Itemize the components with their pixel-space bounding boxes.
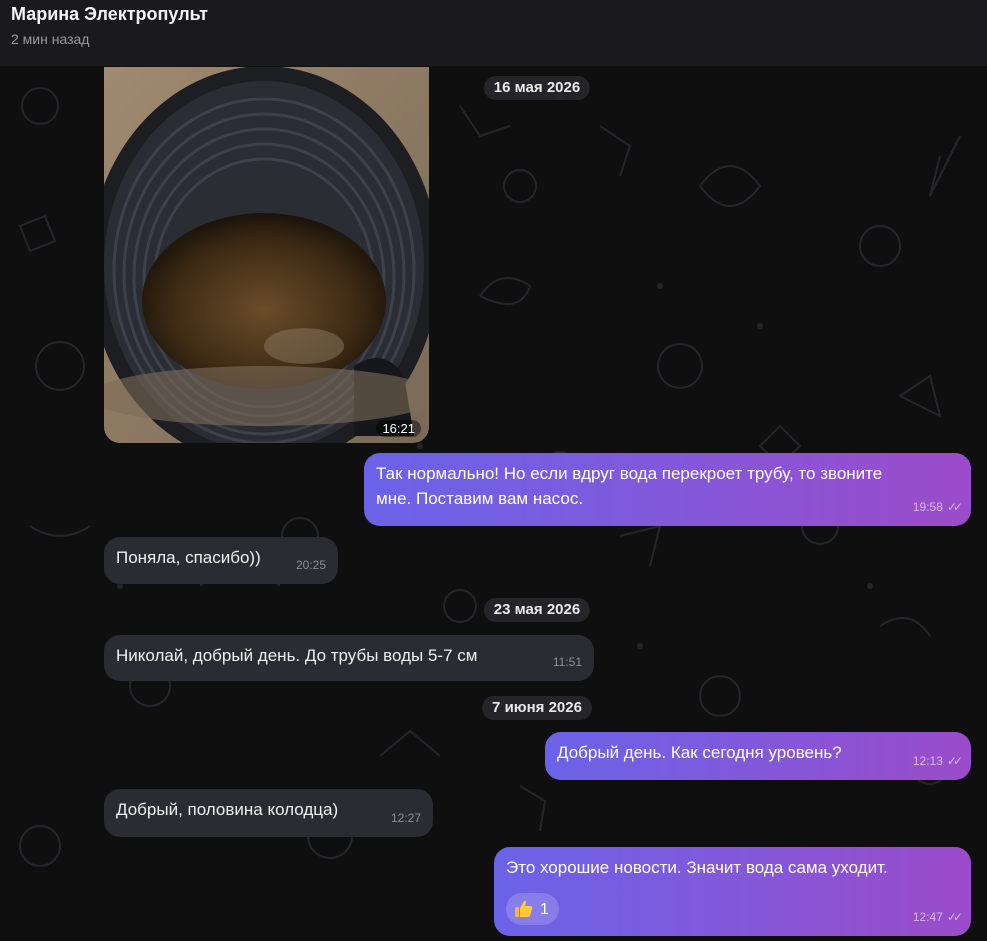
- well-photo-image: [104, 66, 429, 443]
- incoming-message[interactable]: Добрый, половина колодца) 12:27: [104, 789, 433, 837]
- outgoing-message[interactable]: Добрый день. Как сегодня уровень? 12:13 ✓…: [545, 732, 971, 780]
- incoming-message[interactable]: Николай, добрый день. До трубы воды 5-7 …: [104, 635, 594, 681]
- message-text: Николай, добрый день. До трубы воды 5-7 …: [116, 646, 478, 665]
- message-text: Поняла, спасибо)): [116, 548, 261, 567]
- message-timestamp: 12:13 ✓✓: [912, 754, 963, 768]
- message-text: Так нормально! Но если вдруг вода перекр…: [376, 464, 883, 508]
- outgoing-message[interactable]: Это хорошие новости. Значит вода сама ух…: [494, 847, 971, 936]
- chat-header[interactable]: Марина Электропульт 2 мин назад: [0, 0, 987, 67]
- double-check-icon: ✓✓: [946, 500, 963, 514]
- message-text: Добрый, половина колодца): [116, 800, 339, 819]
- contact-name[interactable]: Марина Электропульт: [11, 4, 208, 25]
- message-timestamp: 20:25: [295, 558, 326, 572]
- date-separator: 23 мая 2026: [483, 598, 591, 622]
- last-seen-status: 2 мин назад: [11, 31, 90, 47]
- message-timestamp: 11:51: [552, 655, 582, 669]
- message-text: Это хорошие новости. Значит вода сама ух…: [506, 858, 888, 877]
- double-check-icon: ✓✓: [946, 754, 963, 768]
- photo-message[interactable]: 16:21: [104, 66, 429, 443]
- double-check-icon: ✓✓: [946, 910, 963, 924]
- message-timestamp: 12:27: [390, 811, 421, 825]
- photo-timestamp: 16:21: [376, 420, 421, 437]
- reaction-badge[interactable]: 1: [506, 893, 559, 925]
- thumbs-up-icon: [515, 900, 533, 917]
- date-separator: 16 мая 2026: [483, 76, 591, 100]
- message-timestamp: 19:58 ✓✓: [912, 500, 963, 514]
- date-separator: 7 июня 2026: [482, 696, 592, 720]
- message-timestamp: 12:47 ✓✓: [912, 910, 963, 924]
- chat-area[interactable]: 16:21 16 мая 2026 Так нормально! Но если…: [0, 66, 987, 941]
- reaction-count: 1: [540, 900, 549, 918]
- incoming-message[interactable]: Поняла, спасибо)) 20:25: [104, 537, 338, 584]
- message-text: Добрый день. Как сегодня уровень?: [557, 743, 842, 762]
- outgoing-message[interactable]: Так нормально! Но если вдруг вода перекр…: [364, 453, 971, 526]
